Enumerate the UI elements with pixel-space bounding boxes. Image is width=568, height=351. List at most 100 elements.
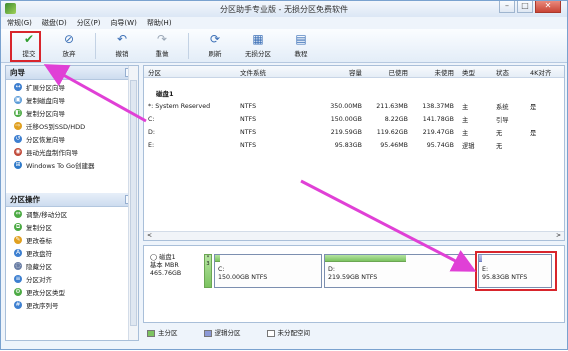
legend: 主分区 逻辑分区 未分配空间: [143, 325, 565, 339]
maximize-button[interactable]: □: [517, 1, 533, 13]
wizard-item-label: 复制分区向导: [26, 109, 65, 118]
menu-wizard[interactable]: 向导(W): [110, 18, 136, 28]
wizard-item-label: Windows To Go创建器: [26, 161, 95, 170]
title-bar: 分区助手专业版 - 无损分区免费软件 – □ ✕: [1, 1, 567, 17]
type-icon: ⚙: [14, 287, 22, 296]
discard-button[interactable]: ⊘ 放弃: [49, 29, 89, 61]
apply-highlight-box: [10, 31, 41, 62]
redo-button[interactable]: ↷ 重做: [142, 29, 182, 61]
app-window: 分区助手专业版 - 无损分区免费软件 – □ ✕ 常规(G) 磁盘(D) 分区(…: [0, 0, 568, 350]
undo-button[interactable]: ↶ 撤销: [102, 29, 142, 61]
scroll-right-icon[interactable]: >: [556, 232, 561, 240]
lossless-partition-button[interactable]: ▦ 无损分区: [235, 29, 281, 61]
op-item-serial[interactable]: # 更改序列号: [6, 298, 138, 311]
disk-group-row[interactable]: 磁盘1: [144, 86, 564, 100]
close-button[interactable]: ✕: [535, 1, 561, 13]
redo-icon: ↷: [156, 31, 168, 46]
wizard-item-bootable-cd[interactable]: ◉ 县动光盘制作向导: [6, 145, 138, 158]
minimize-button[interactable]: –: [499, 1, 515, 13]
align-icon: ≡: [14, 274, 22, 283]
op-item-label: 隐藏分区: [26, 262, 52, 271]
menu-disk[interactable]: 磁盘(D): [42, 18, 67, 28]
cell: 219.47GB: [422, 129, 454, 136]
redo-label: 重做: [155, 49, 169, 58]
menu-help[interactable]: 帮助(H): [147, 18, 172, 28]
wizard-item-label: 分区恢复向导: [26, 135, 65, 144]
table-header: 分区 文件系统 容量 已使用 未使用 类型 状态 4K对齐: [144, 66, 564, 78]
partition-e-highlight-box: [475, 251, 557, 291]
partition-block-c[interactable]: C: 150.00GB NTFS: [214, 254, 322, 288]
wizard-item-windows-to-go[interactable]: ⊞ Windows To Go创建器: [6, 158, 138, 171]
partition-block-d[interactable]: D: 219.59GB NTFS: [324, 254, 476, 288]
system-reserved-partition[interactable]: * 3: [204, 254, 212, 288]
wizard-panel-header[interactable]: 向导 ⌃: [6, 66, 138, 80]
partition-table: 分区 文件系统 容量 已使用 未使用 类型 状态 4K对齐 磁盘1 *: Sys…: [143, 65, 565, 241]
partition-name: D:: [328, 266, 335, 273]
col-used[interactable]: 已使用: [366, 67, 412, 77]
op-item-type[interactable]: ⚙ 更改分区类型: [6, 285, 138, 298]
cell: 138.37MB: [422, 103, 454, 110]
col-4k-align[interactable]: 4K对齐: [526, 67, 560, 77]
undo-label: 撤销: [115, 49, 129, 58]
col-status[interactable]: 状态: [492, 67, 526, 77]
refresh-icon: ⟳: [209, 31, 221, 46]
wizard-item-recovery[interactable]: ↺ 分区恢复向导: [6, 132, 138, 145]
wizard-item-copy-partition[interactable]: ◧ 复制分区向导: [6, 106, 138, 119]
table-row[interactable]: D: NTFS 219.59GB 119.62GB 219.47GB 主 无 是: [144, 126, 564, 139]
wizard-panel-title: 向导: [10, 68, 25, 77]
table-row[interactable]: C: NTFS 150.00GB 8.22GB 141.78GB 主 引导: [144, 113, 564, 126]
wizard-item-extend[interactable]: ↔ 扩展分区向导: [6, 80, 138, 93]
cell: 8.22GB: [384, 116, 408, 123]
partition-icon: ▦: [252, 31, 264, 46]
scroll-left-icon[interactable]: <: [147, 232, 152, 240]
col-filesystem[interactable]: 文件系统: [236, 67, 320, 77]
cell: 141.78GB: [422, 116, 454, 123]
left-scrollbar[interactable]: [128, 66, 138, 340]
toolbar-separator: [188, 33, 189, 59]
op-item-copy[interactable]: ⧉ 复制分区: [6, 220, 138, 233]
legend-unallocated: 未分配空间: [266, 327, 310, 337]
usage-bar: [215, 255, 221, 262]
disk-info[interactable]: ◯ 磁盘1 基本 MBR 465.76GB: [150, 254, 202, 278]
cell: 211.63MB: [376, 103, 408, 110]
hide-icon: ◌: [14, 261, 22, 270]
cell: 无: [496, 130, 503, 137]
left-scroll-thumb[interactable]: [130, 80, 137, 326]
op-item-label: 更改分区类型: [26, 288, 65, 297]
op-item-hide[interactable]: ◌ 隐藏分区: [6, 259, 138, 272]
col-partition[interactable]: 分区: [144, 67, 236, 77]
refresh-button[interactable]: ⟳ 刷新: [195, 29, 235, 61]
menu-general[interactable]: 常规(G): [7, 18, 32, 28]
cell: 95.46MB: [380, 142, 408, 149]
op-item-drive-letter[interactable]: A 更改盘符: [6, 246, 138, 259]
discard-label: 放弃: [62, 49, 76, 58]
cell: 350.00MB: [330, 103, 362, 110]
disk-group-label: 磁盘1: [156, 90, 174, 98]
wizard-item-copy-disk[interactable]: ▣ 复制磁盘向导: [6, 93, 138, 106]
disk-size: 465.76GB: [150, 270, 182, 277]
cell: 95.74GB: [426, 142, 454, 149]
op-item-align[interactable]: ≡ 分区对齐: [6, 272, 138, 285]
menu-bar: 常规(G) 磁盘(D) 分区(P) 向导(W) 帮助(H): [1, 17, 567, 29]
op-item-resize[interactable]: ⇔ 调整/移动分区: [6, 207, 138, 220]
cell: 是: [530, 130, 537, 137]
col-unused[interactable]: 未使用: [412, 67, 458, 77]
table-hscrollbar[interactable]: < >: [144, 231, 564, 240]
col-type[interactable]: 类型: [458, 67, 492, 77]
col-capacity[interactable]: 容量: [320, 67, 366, 77]
table-row[interactable]: *: System Reserved NTFS 350.00MB 211.63M…: [144, 100, 564, 113]
op-item-label-change[interactable]: ✎ 更改卷标: [6, 233, 138, 246]
cell: 系统: [496, 104, 509, 111]
refresh-label: 刷新: [208, 49, 222, 58]
recovery-icon: ↺: [14, 134, 22, 143]
copy-partition-icon: ◧: [14, 108, 22, 117]
wizard-item-migrate-os[interactable]: ⇨ 迁移OS到SSD/HDD: [6, 119, 138, 132]
cell: C:: [148, 116, 155, 123]
menu-partition[interactable]: 分区(P): [77, 18, 101, 28]
op-item-label: 调整/移动分区: [26, 210, 68, 219]
ops-panel-header[interactable]: 分区操作 ⌃: [6, 193, 138, 207]
table-row[interactable]: E: NTFS 95.83GB 95.46MB 95.74GB 逻辑 无: [144, 139, 564, 152]
op-item-label: 更改序列号: [26, 301, 59, 310]
tutorial-button[interactable]: ▤ 教程: [281, 29, 321, 61]
label-icon: ✎: [14, 235, 22, 244]
